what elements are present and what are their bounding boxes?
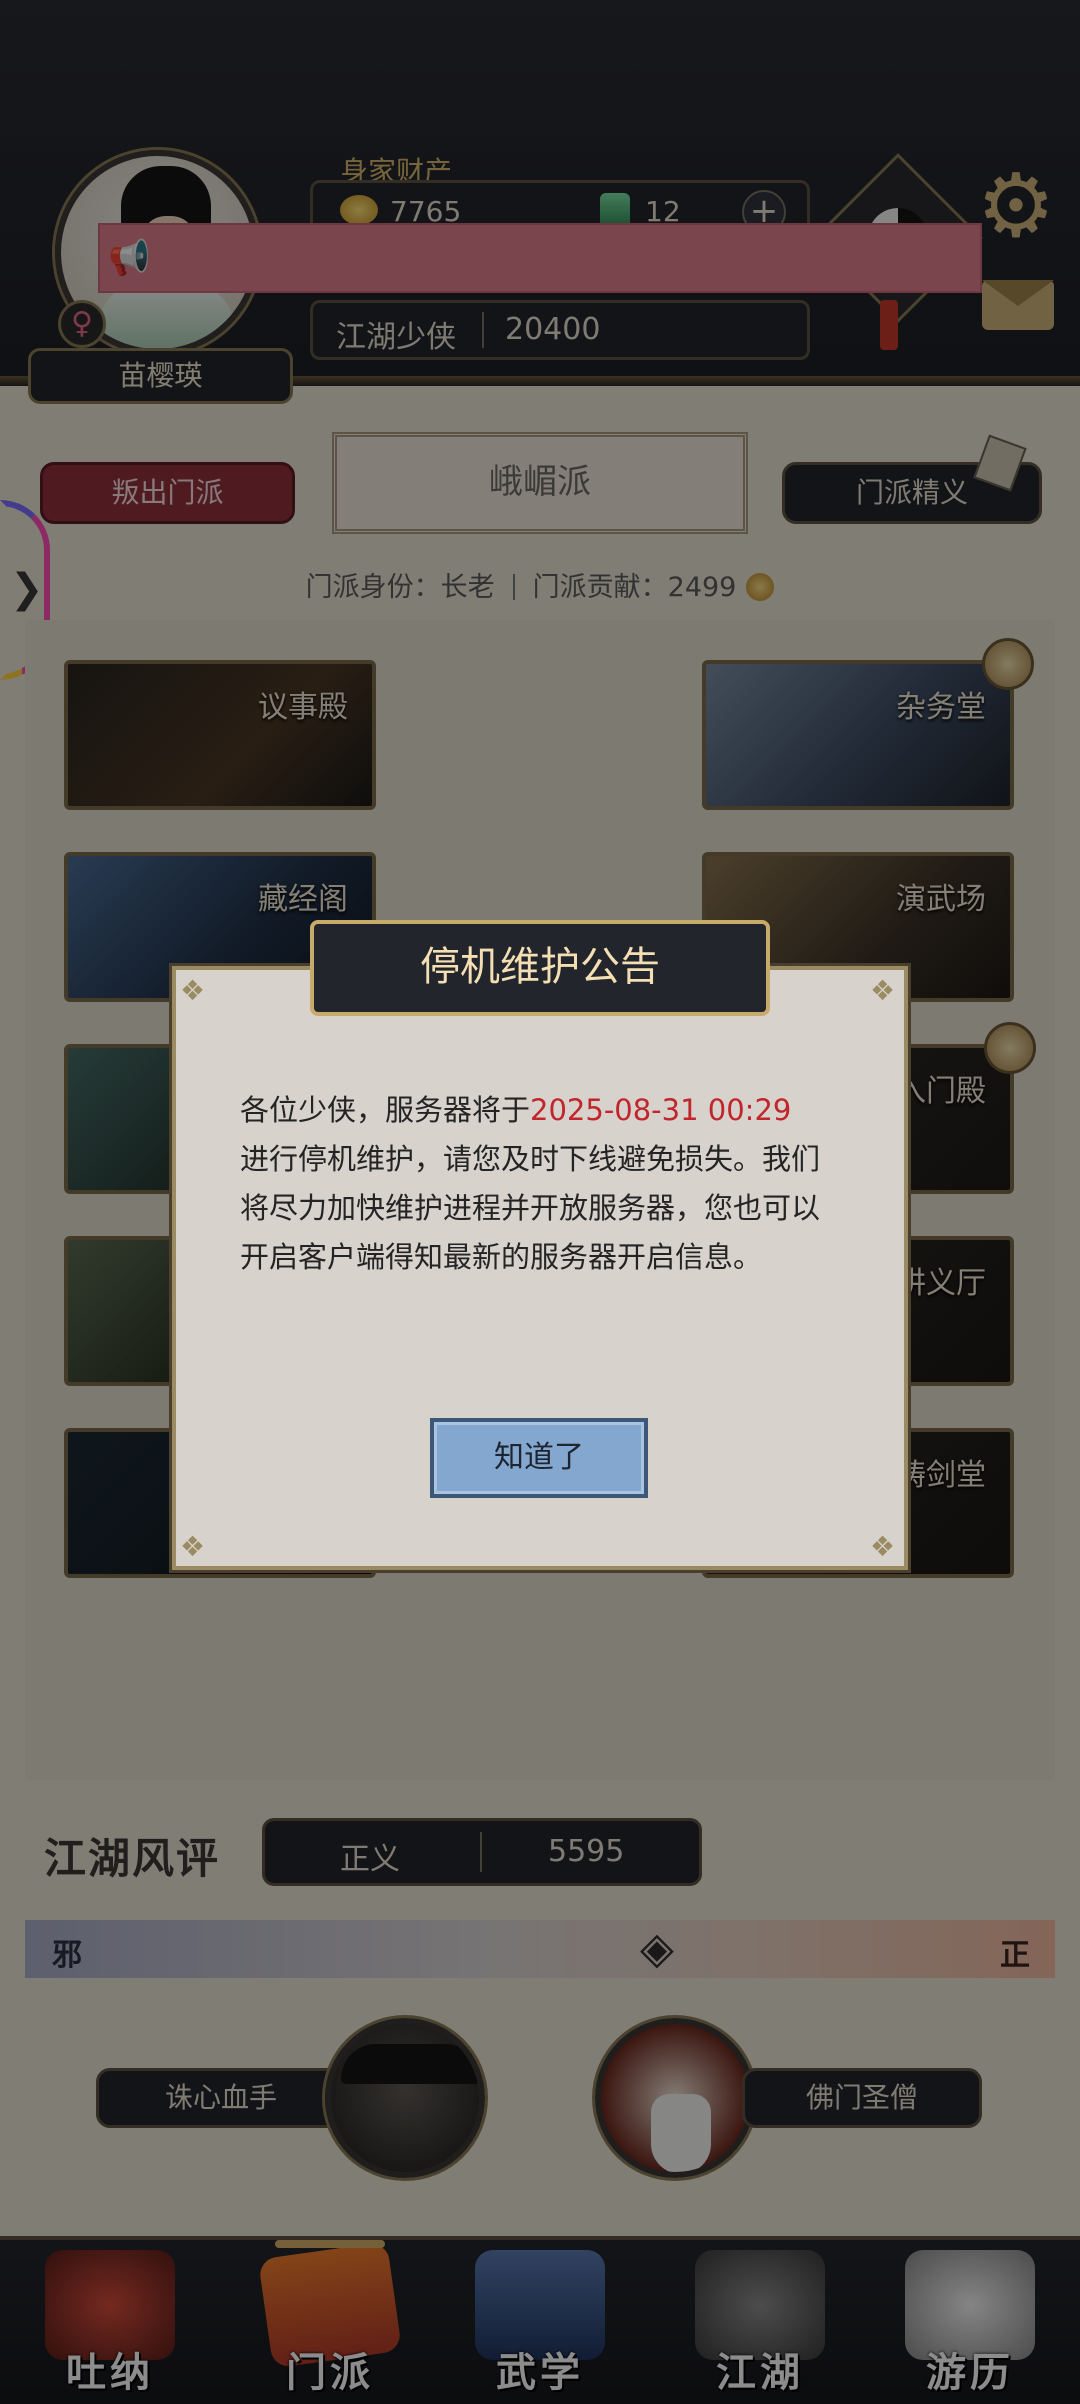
corner-ornament-icon: ❖ (870, 1530, 896, 1563)
message-text: 进行停机维护，请您及时下线避免损失。我们将尽力加快维护进程并开放服务器，您也可以… (240, 1142, 821, 1274)
dialog-message: 各位少侠，服务器将于2025-08-31 00:29 进行停机维护，请您及时下线避… (240, 1086, 840, 1282)
maintenance-time: 2025-08-31 00:29 (530, 1093, 792, 1127)
corner-ornament-icon: ❖ (870, 974, 896, 1007)
message-text: 各位少侠，服务器将于 (240, 1093, 531, 1127)
ok-button[interactable]: 知道了 (430, 1418, 648, 1498)
corner-ornament-icon: ❖ (180, 1530, 206, 1563)
corner-ornament-icon: ❖ (180, 974, 206, 1007)
dialog-title: 停机维护公告 (310, 920, 770, 1016)
